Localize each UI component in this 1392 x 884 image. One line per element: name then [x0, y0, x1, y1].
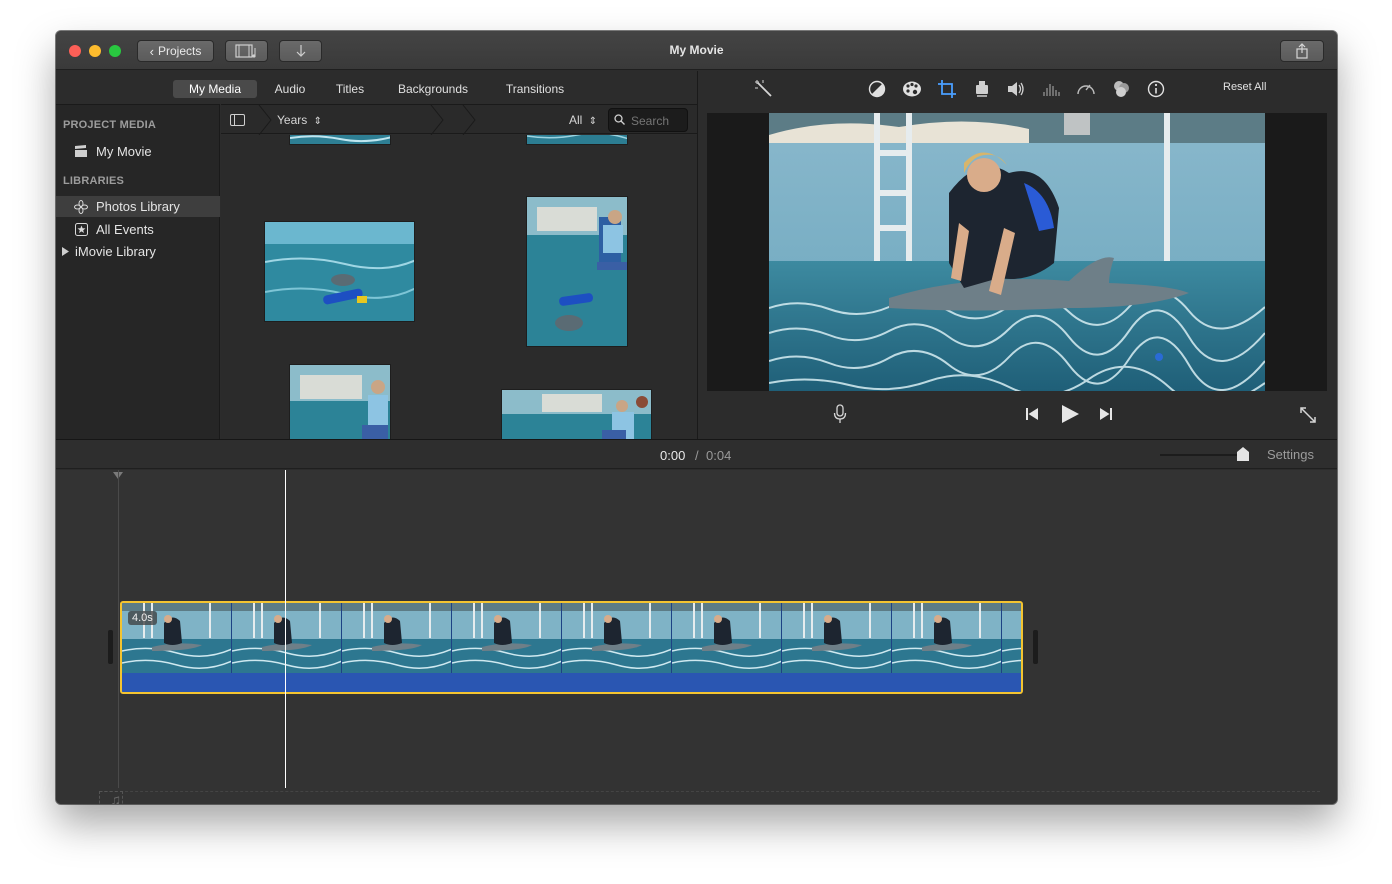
sidebar-item-my-movie[interactable]: My Movie: [56, 141, 220, 162]
project-media-heading: PROJECT MEDIA: [63, 119, 157, 131]
sidebar-toggle-icon[interactable]: [230, 114, 245, 126]
clip-frame: [342, 603, 452, 673]
tab-audio[interactable]: Audio: [266, 80, 314, 98]
media-thumbnail[interactable]: [289, 135, 391, 145]
volume-icon[interactable]: [1005, 78, 1027, 100]
clapper-icon: [74, 145, 88, 159]
search-icon: [614, 114, 625, 125]
media-thumbnail[interactable]: [526, 135, 628, 145]
star-icon: [74, 223, 88, 237]
crop-icon[interactable]: [936, 78, 958, 100]
play-icon[interactable]: [1059, 403, 1081, 425]
share-icon: [1296, 43, 1308, 59]
media-thumbnail[interactable]: [501, 389, 652, 439]
share-button[interactable]: [1280, 40, 1324, 62]
window-title: My Movie: [669, 43, 724, 57]
magic-wand-icon[interactable]: [753, 78, 775, 100]
libraries-heading: LIBRARIES: [63, 175, 125, 187]
separator-chevron-icon: [430, 105, 444, 135]
years-dropdown-label: Years: [277, 113, 308, 127]
total-time: 0:04: [706, 448, 732, 463]
pane-divider[interactable]: [697, 71, 698, 439]
clip-frame: [672, 603, 782, 673]
imovie-window: ‹ Projects My Movie My Media Audio Title…: [56, 31, 1337, 804]
tab-titles[interactable]: Titles: [326, 80, 374, 98]
disclosure-triangle-icon[interactable]: [62, 247, 70, 256]
video-clip[interactable]: 4.0s: [120, 601, 1023, 694]
clip-trim-handle-left[interactable]: [108, 630, 113, 664]
clip-filmstrip: [122, 603, 1021, 673]
clip-trim-handle-right[interactable]: [1033, 630, 1038, 664]
clip-frame: [782, 603, 892, 673]
search-input[interactable]: [631, 112, 685, 130]
media-filter-bar: Years ⇕ All ⇕: [221, 104, 697, 135]
sidebar-item-label: iMovie Library: [75, 244, 156, 259]
time-separator: /: [695, 448, 699, 463]
timeline-start-line: [118, 470, 119, 788]
media-thumbnail[interactable]: [526, 196, 628, 347]
up-down-chevron-icon: ⇕: [313, 116, 322, 127]
media-browser-grid: [221, 135, 697, 439]
current-time: 0:00: [660, 448, 686, 463]
zoom-slider-thumb[interactable]: [1237, 447, 1249, 461]
library-sidebar: PROJECT MEDIA My Movie LIBRARIES Photos …: [56, 104, 220, 439]
media-thumbnail[interactable]: [264, 221, 415, 322]
color-correction-icon[interactable]: [901, 78, 923, 100]
skip-forward-icon[interactable]: [1098, 406, 1114, 422]
reset-all-button[interactable]: Reset All: [1223, 81, 1266, 93]
info-icon[interactable]: [1145, 78, 1167, 100]
color-balance-icon[interactable]: [866, 78, 888, 100]
sidebar-item-label: All Events: [96, 222, 154, 237]
clip-frame: [232, 603, 342, 673]
stabilization-icon[interactable]: [971, 78, 993, 100]
viewer[interactable]: [707, 113, 1327, 391]
tab-transitions[interactable]: Transitions: [496, 80, 574, 98]
sidebar-item-all-events[interactable]: All Events: [56, 219, 220, 240]
speed-icon[interactable]: [1075, 78, 1097, 100]
years-dropdown[interactable]: Years ⇕: [277, 113, 322, 127]
photos-icon: [74, 199, 88, 214]
clip-frame: [452, 603, 562, 673]
background-music-well[interactable]: [100, 791, 1320, 804]
all-clips-filter-label: All: [569, 113, 583, 127]
music-note-icon: ♫: [110, 792, 122, 804]
separator-chevron-icon: [258, 105, 272, 135]
sidebar-item-label: Photos Library: [96, 199, 180, 214]
playback-controls: [698, 393, 1337, 439]
clip-frame: [1002, 603, 1021, 673]
clip-frame: [892, 603, 1002, 673]
viewer-image: [769, 113, 1265, 391]
browser-tabs: My Media Audio Titles Backgrounds Transi…: [56, 71, 697, 104]
tab-backgrounds[interactable]: Backgrounds: [389, 80, 477, 98]
media-thumbnail[interactable]: [289, 364, 391, 439]
noise-reduction-icon[interactable]: [1040, 78, 1062, 100]
fullscreen-icon[interactable]: [1298, 405, 1318, 425]
sidebar-item-photos-library[interactable]: Photos Library: [56, 196, 220, 217]
all-clips-filter-dropdown[interactable]: All ⇕: [569, 113, 597, 127]
clip-filter-icon[interactable]: [1110, 78, 1132, 100]
timeline-settings-button[interactable]: Settings: [1267, 447, 1314, 462]
adjustments-toolbar: Reset All: [698, 71, 1337, 107]
clip-duration-badge: 4.0s: [128, 611, 157, 625]
timeline-header: 0:00 / 0:04 Settings: [56, 439, 1337, 469]
sidebar-item-imovie-library[interactable]: iMovie Library: [56, 241, 220, 262]
voiceover-microphone-icon[interactable]: [831, 403, 849, 425]
playhead[interactable]: [285, 470, 286, 788]
title-bar: ‹ Projects My Movie: [56, 31, 1337, 70]
skip-back-icon[interactable]: [1024, 406, 1040, 422]
tab-my-media[interactable]: My Media: [173, 80, 257, 98]
search-field[interactable]: [608, 108, 688, 132]
timeline[interactable]: 4.0s ♫: [56, 470, 1337, 804]
up-down-chevron-icon: ⇕: [588, 116, 598, 127]
separator-chevron-icon: [462, 105, 476, 135]
timeline-zoom-slider[interactable]: [1160, 454, 1244, 456]
sidebar-item-label: My Movie: [96, 144, 152, 159]
clip-audio-waveform: [122, 673, 1021, 692]
clip-frame: [562, 603, 672, 673]
